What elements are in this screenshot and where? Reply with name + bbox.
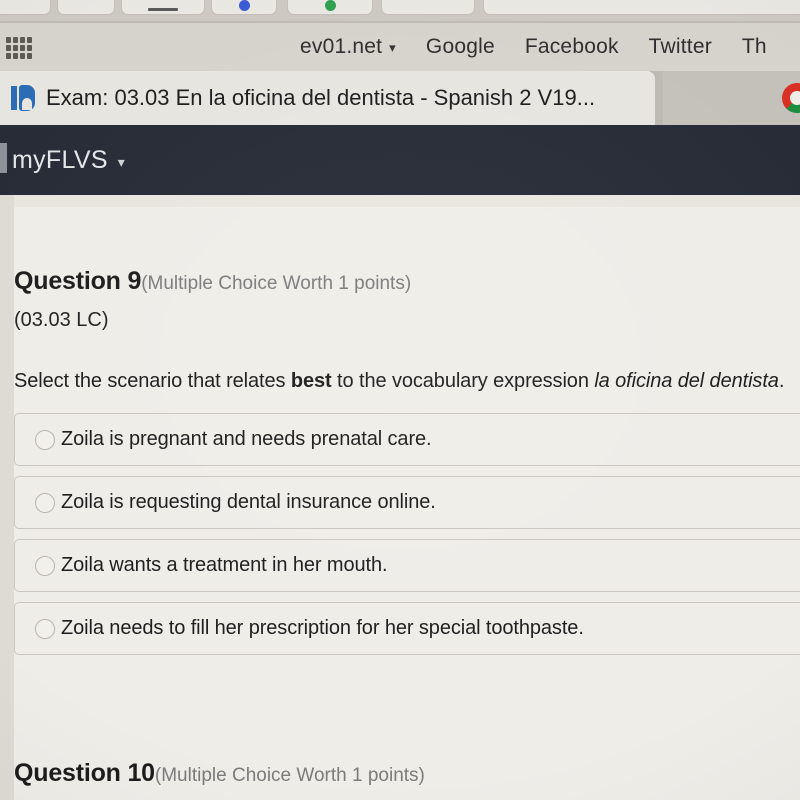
question-9-code: (03.03 LC) <box>14 309 109 331</box>
tab-strip: Exam: 03.03 En la oficina del dentista -… <box>0 71 800 125</box>
chip-dot-blue-icon <box>238 0 250 11</box>
chrome-ring-icon <box>782 83 800 113</box>
page-left-gutter <box>0 195 14 800</box>
nav-brand-label: myFLVS <box>12 145 108 174</box>
option-label-1: Zoila is pregnant and needs prenatal car… <box>61 428 432 450</box>
page-sheet: Question 9(Multiple Choice Worth 1 point… <box>14 207 800 800</box>
bookmark-google-label: Google <box>425 35 495 58</box>
question-10-label: Question 10 <box>14 759 155 787</box>
bookmark-twitter[interactable]: Twitter <box>649 35 712 59</box>
top-tab-strip <box>0 0 800 23</box>
top-chip-7[interactable] <box>484 0 800 14</box>
question-9-options: Zoila is pregnant and needs prenatal car… <box>14 413 800 665</box>
bookmark-google[interactable]: Google <box>426 35 495 59</box>
question-10-meta: (Multiple Choice Worth 1 points) <box>154 765 425 786</box>
chevron-down-icon: ▾ <box>389 40 396 55</box>
bookmark-list: ev01.net ▾ Google Facebook Twitter Th <box>300 23 767 71</box>
tab-exam-active[interactable]: Exam: 03.03 En la oficina del dentista -… <box>0 71 655 125</box>
flvs-logo-icon <box>10 84 36 112</box>
bookmark-bar: ev01.net ▾ Google Facebook Twitter Th <box>0 23 800 71</box>
top-chip-3[interactable] <box>122 0 204 14</box>
bookmark-twitter-label: Twitter <box>648 35 712 58</box>
option-row-4[interactable]: Zoila needs to fill her prescription for… <box>14 602 800 655</box>
question-9-meta: (Multiple Choice Worth 1 points) <box>141 273 412 294</box>
top-chip-1[interactable] <box>0 0 50 14</box>
radio-button-4[interactable] <box>35 618 55 639</box>
option-label-2: Zoila is requesting dental insurance onl… <box>61 491 436 513</box>
question-9-prompt: Select the scenario that relates best to… <box>14 370 784 393</box>
bookmark-ev01-label: ev01.net <box>300 35 383 58</box>
app-nav-bar: myFLVS ▾ <box>0 125 800 195</box>
radio-button-1[interactable] <box>35 429 55 450</box>
bookmark-ev01[interactable]: ev01.net ▾ <box>300 35 396 59</box>
apps-grid-icon[interactable] <box>6 37 32 59</box>
top-chip-6[interactable] <box>382 0 474 14</box>
question-9-label: Question 9 <box>14 267 142 295</box>
question-9-heading: Question 9(Multiple Choice Worth 1 point… <box>14 267 411 296</box>
bookmark-facebook-label: Facebook <box>524 35 619 58</box>
nav-brand-myflvs[interactable]: myFLVS ▾ <box>12 146 125 175</box>
option-label-4: Zoila needs to fill her prescription for… <box>61 617 584 639</box>
chip-dot-green-icon <box>324 0 336 11</box>
chevron-down-icon: ▾ <box>117 153 126 170</box>
option-label-3: Zoila wants a treatment in her mouth. <box>61 554 388 576</box>
prompt-part-3: . <box>778 370 785 392</box>
nav-left-edge <box>0 143 7 173</box>
prompt-part-1: Select the scenario that relates <box>14 370 291 392</box>
question-10-heading: Question 10(Multiple Choice Worth 1 poin… <box>14 759 425 788</box>
option-row-3[interactable]: Zoila wants a treatment in her mouth. <box>14 539 800 592</box>
option-row-1[interactable]: Zoila is pregnant and needs prenatal car… <box>14 413 800 466</box>
prompt-bold-best: best <box>290 370 332 392</box>
option-row-2[interactable]: Zoila is requesting dental insurance onl… <box>14 476 800 529</box>
chip-glyph-3 <box>148 8 178 11</box>
tab-title: Exam: 03.03 En la oficina del dentista -… <box>46 85 596 110</box>
prompt-italic-vocab: la oficina del dentista <box>594 370 779 392</box>
top-chip-4[interactable] <box>212 0 276 14</box>
top-chip-2[interactable] <box>58 0 114 14</box>
bookmark-facebook[interactable]: Facebook <box>525 35 619 59</box>
browser-screenshot: ev01.net ▾ Google Facebook Twitter Th Ex… <box>0 0 800 800</box>
bookmark-th-label: Th <box>741 35 767 58</box>
bookmark-th-truncated[interactable]: Th <box>742 35 767 59</box>
tab-next[interactable] <box>663 71 800 125</box>
exam-page: Question 9(Multiple Choice Worth 1 point… <box>0 195 800 800</box>
top-chip-5[interactable] <box>288 0 372 14</box>
radio-button-2[interactable] <box>35 492 55 513</box>
prompt-part-2: to the vocabulary expression <box>331 370 595 392</box>
radio-button-3[interactable] <box>35 555 55 576</box>
